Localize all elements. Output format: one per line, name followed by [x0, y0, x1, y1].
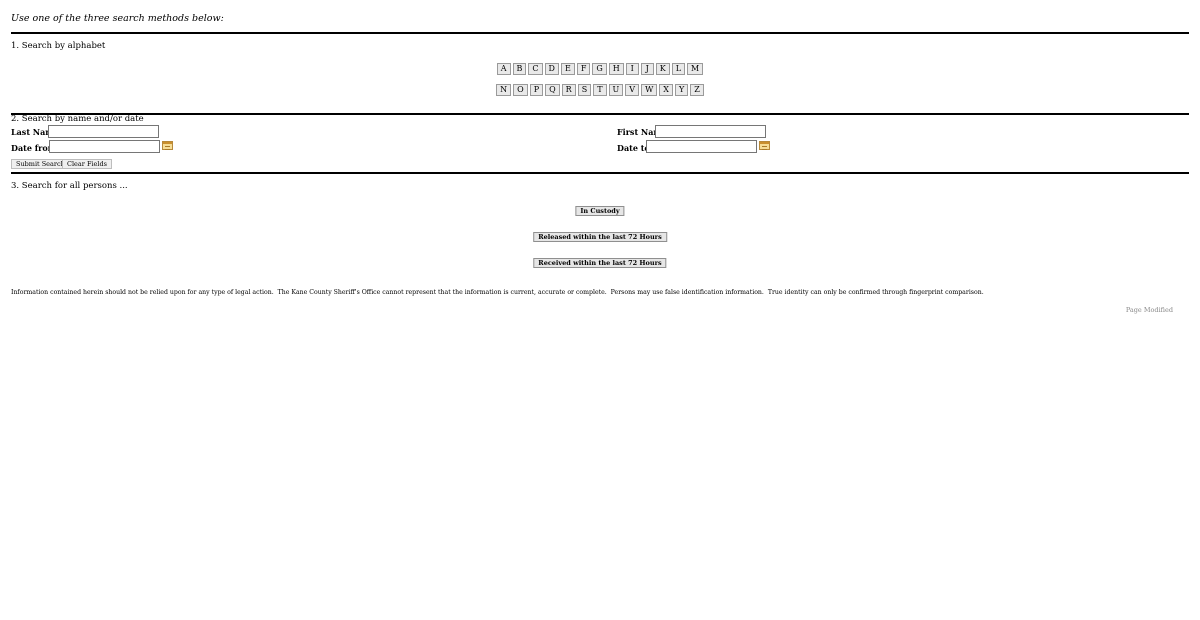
intro-text: Use one of the three search methods belo…	[11, 13, 224, 24]
letter-button[interactable]: W	[641, 84, 658, 96]
letter-button[interactable]: Z	[690, 84, 704, 96]
letter-button[interactable]: P	[529, 84, 544, 96]
letter-button[interactable]: R	[561, 84, 576, 96]
letter-button[interactable]: C	[528, 63, 543, 75]
letter-button[interactable]: Q	[545, 84, 560, 96]
first-name-input[interactable]	[655, 125, 766, 138]
last-name-input[interactable]	[48, 125, 159, 138]
released-72-hours-button[interactable]: Released within the last 72 Hours	[533, 232, 667, 242]
alphabet-row-1: ABCDEFGHIJKLM	[0, 63, 1200, 75]
section-all-persons-title: 3. Search for all persons ...	[11, 181, 128, 191]
section-alphabet-title: 1. Search by alphabet	[11, 41, 106, 51]
letter-button[interactable]: U	[608, 84, 624, 96]
section-name-date-title: 2. Search by name and/or date	[11, 114, 144, 124]
date-from-input[interactable]	[49, 140, 160, 153]
letter-button[interactable]: S	[577, 84, 592, 96]
letter-button[interactable]: F	[576, 63, 591, 75]
letter-button[interactable]: G	[592, 63, 607, 75]
letter-button[interactable]: J	[640, 63, 654, 75]
letter-button[interactable]: K	[655, 63, 670, 75]
page-modified-text: Page Modified	[1125, 306, 1173, 314]
letter-button[interactable]: X	[659, 84, 673, 96]
letter-button[interactable]: M	[687, 63, 704, 75]
divider	[11, 113, 1189, 115]
letter-button[interactable]: Y	[675, 84, 689, 96]
letter-button[interactable]: E	[560, 63, 575, 75]
date-to-input[interactable]	[646, 140, 757, 153]
letter-button[interactable]: A	[496, 63, 511, 75]
letter-button[interactable]: T	[593, 84, 607, 96]
disclaimer-text: Information contained herein should not …	[11, 289, 984, 296]
alphabet-row-2: NOPQRSTUVWXYZ	[0, 84, 1200, 96]
letter-button[interactable]: N	[496, 84, 512, 96]
letter-button[interactable]: B	[512, 63, 527, 75]
letter-button[interactable]: V	[625, 84, 640, 96]
in-custody-button[interactable]: In Custody	[575, 206, 625, 216]
letter-button[interactable]: D	[544, 63, 559, 75]
clear-fields-button[interactable]: Clear Fields	[62, 159, 112, 169]
date-to-label: Date to	[617, 143, 650, 153]
divider	[11, 172, 1189, 174]
calendar-icon[interactable]	[162, 141, 173, 150]
letter-button[interactable]: I	[625, 63, 639, 75]
received-72-hours-button[interactable]: Received within the last 72 Hours	[533, 258, 667, 268]
letter-button[interactable]: H	[608, 63, 624, 75]
letter-button[interactable]: L	[671, 63, 686, 75]
calendar-icon[interactable]	[759, 141, 770, 150]
divider	[11, 32, 1189, 34]
letter-button[interactable]: O	[513, 84, 528, 96]
